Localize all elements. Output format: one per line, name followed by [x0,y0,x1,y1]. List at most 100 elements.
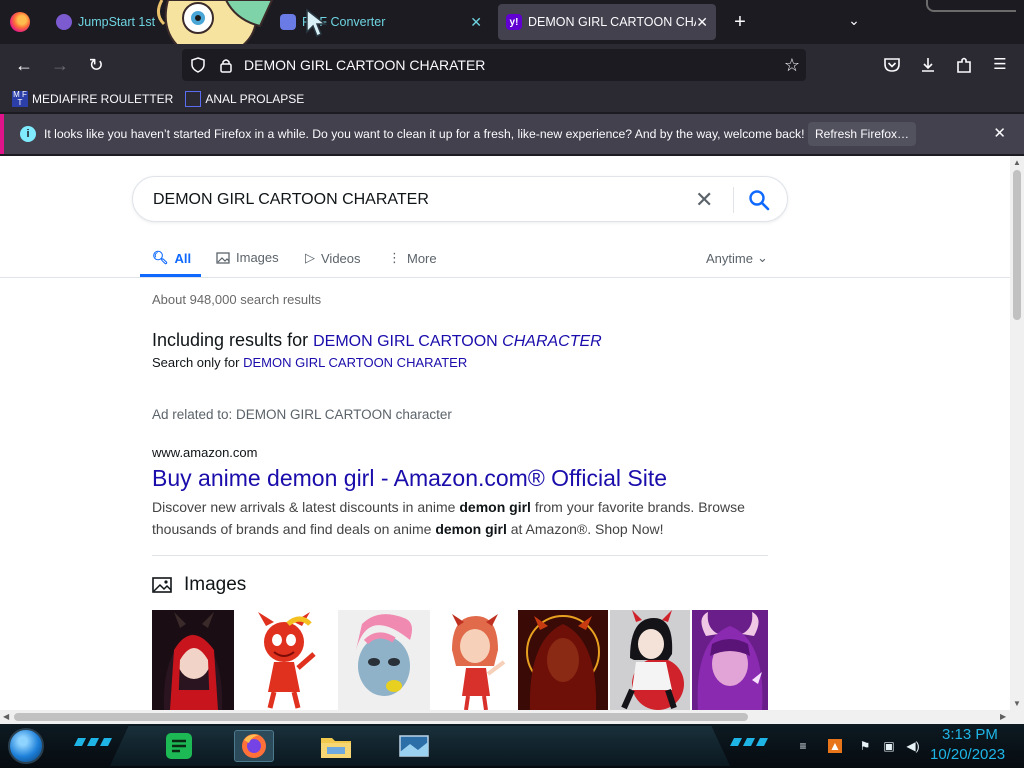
pocket-icon[interactable] [882,55,902,75]
search-box[interactable]: DEMON GIRL CARTOON CHARATER ✕ [132,176,788,222]
bookmarks-toolbar: M FT MEDIAFIRE ROULETTER ANAL PROLAPSE [0,86,1024,112]
image-thumbnails [152,610,768,710]
search-only-prefix: Search only for [152,355,240,370]
scroll-right-arrow-icon[interactable]: ▶ [1000,710,1006,724]
taskbar-decoration [730,738,768,746]
chevron-down-icon[interactable]: ⌄ [844,12,864,32]
bookmark-second[interactable]: ANAL PROLAPSE [185,91,304,107]
vertical-scroll-thumb[interactable] [1013,170,1021,320]
bookmark-label: MEDIAFIRE ROULETTER [32,92,174,106]
tab-close-icon[interactable]: ✕ [470,14,482,31]
volume-icon[interactable]: ◀) [906,739,920,753]
bookmark-star-icon[interactable]: ☆ [784,55,800,76]
bookmark-icon [185,91,202,107]
tab-close-icon[interactable]: ✕ [696,14,708,31]
new-tab-icon[interactable]: + [730,10,750,34]
start-button[interactable] [8,728,44,764]
search-only-for: Search only for DEMON GIRL CARTOON CHARA… [152,355,467,370]
vertical-scrollbar[interactable]: ▲ ▼ [1010,156,1024,710]
horizontal-scrollbar[interactable]: ◀ ▶ [0,710,1024,724]
clear-search-icon[interactable]: ✕ [695,187,713,213]
clock-time[interactable]: 3:13 PM [942,726,998,743]
more-dots-icon: ⋮ [388,250,401,265]
tab-more[interactable]: ⋮ More [388,250,437,266]
file-explorer-icon[interactable] [316,730,356,762]
refresh-firefox-button[interactable]: Refresh Firefox… [808,122,916,146]
scroll-up-arrow-icon[interactable]: ▲ [1010,158,1024,167]
search-icon[interactable] [747,188,771,212]
time-filter-label: Anytime [706,250,753,266]
search-results-page: DEMON GIRL CARTOON CHARATER ✕ 🔍︎ All Ima… [0,156,1010,710]
image-thumbnail[interactable] [244,610,328,710]
play-icon: ▷ [305,250,315,265]
image-thumbnail[interactable] [610,610,690,710]
time-filter-dropdown[interactable]: Anytime ⌄ [706,250,768,266]
ad-title-link[interactable]: Buy anime demon girl - Amazon.com® Offic… [152,465,667,492]
scroll-left-arrow-icon[interactable]: ◀ [3,710,9,724]
search-input[interactable]: DEMON GIRL CARTOON CHARATER [153,191,429,209]
hamburger-menu-icon[interactable]: ☰ [990,55,1010,75]
tab-label: All [174,250,192,266]
lock-icon[interactable] [218,57,234,73]
tab-images[interactable]: Images [216,250,279,265]
clock-date[interactable]: 10/20/2023 [930,746,1005,763]
refresh-firefox-notification: i It looks like you haven’t started Fire… [0,114,1024,154]
image-thumbnail[interactable] [692,610,768,710]
notes-app-icon[interactable] [160,730,200,762]
tab-videos[interactable]: ▷ Videos [305,250,361,266]
tracking-shield-icon[interactable] [190,57,206,73]
search-verticals: 🔍︎ All Images ▷ Videos ⋮ More Anytime ⌄ [0,244,1010,278]
ad-description: Discover new arrivals & latest discounts… [152,496,772,540]
firefox-taskbar-button[interactable] [234,730,274,762]
image-thumbnail[interactable] [432,610,516,710]
mediafire-icon: M FT [12,90,28,107]
show-hidden-icons-icon[interactable]: ≡ [796,739,810,753]
navigation-bar: ← → ↻ DEMON GIRL CARTOON CHARATER ☆ ☰ [0,44,1024,86]
tab-yahoo-search[interactable]: y! DEMON GIRL CARTOON CHARATER ✕ [498,4,716,40]
images-section-heading[interactable]: Images [152,574,246,596]
result-count: About 948,000 search results [152,292,322,307]
address-bar[interactable]: DEMON GIRL CARTOON CHARATER ☆ [182,49,806,81]
close-icon[interactable]: ✕ [993,124,1006,142]
image-icon [152,577,172,593]
photos-app-icon[interactable] [394,730,434,762]
jumpstart-favicon-icon [56,14,72,30]
ad-desc-text: at Amazon®. Shop Now! [510,521,664,537]
tab-title: DEMON GIRL CARTOON CHARATER [528,15,696,29]
window-frame-decoration [926,0,1016,12]
images-heading-label: Images [184,574,247,595]
ad-desc-text: Discover new arrivals & latest discounts… [152,499,456,515]
tab-strip: JumpStart 1st PDF Converter ✕ y! DEMON G… [0,0,1024,56]
tray-app-icon[interactable]: ▲ [828,739,842,753]
tab-all[interactable]: 🔍︎ All [152,250,191,266]
horizontal-scroll-thumb[interactable] [14,713,748,721]
firefox-icon[interactable] [10,12,30,32]
bookmark-mediafire[interactable]: M FT MEDIAFIRE ROULETTER [12,91,173,107]
download-icon[interactable] [918,55,938,75]
original-query-link[interactable]: DEMON GIRL CARTOON CHARATER [243,355,467,370]
scroll-down-arrow-icon[interactable]: ▼ [1010,699,1024,708]
search-icon: 🔍︎ [152,250,169,265]
reload-icon[interactable]: ↻ [84,53,108,77]
ad-desc-bold: demon girl [459,499,531,515]
including-results: Including results for DEMON GIRL CARTOON… [152,330,602,351]
image-thumbnail[interactable] [518,610,608,710]
image-thumbnail[interactable] [152,610,234,710]
image-thumbnail[interactable] [338,610,430,710]
extensions-icon[interactable] [954,55,974,75]
taskbar: ≡ ▲ ⚑ ▣ ◀) 3:13 PM 10/20/2023 [0,724,1024,768]
corrected-query-italic: CHARACTER [502,333,602,350]
back-arrow-icon[interactable]: ← [12,53,36,77]
bookmark-label: ANAL PROLAPSE [205,92,305,106]
tab-title: JumpStart 1st [78,15,156,29]
url-text[interactable]: DEMON GIRL CARTOON CHARATER [244,57,485,73]
forward-arrow-icon[interactable]: → [48,53,72,77]
network-icon[interactable]: ▣ [882,739,896,753]
tab-label: More [407,250,437,266]
divider [152,555,768,556]
flag-icon[interactable]: ⚑ [858,739,872,753]
corrected-query-link[interactable]: DEMON GIRL CARTOON CHARACTER [313,333,602,350]
tab-label: Images [236,250,279,265]
ad-domain[interactable]: www.amazon.com [152,445,257,460]
including-prefix: Including results for [152,330,309,350]
